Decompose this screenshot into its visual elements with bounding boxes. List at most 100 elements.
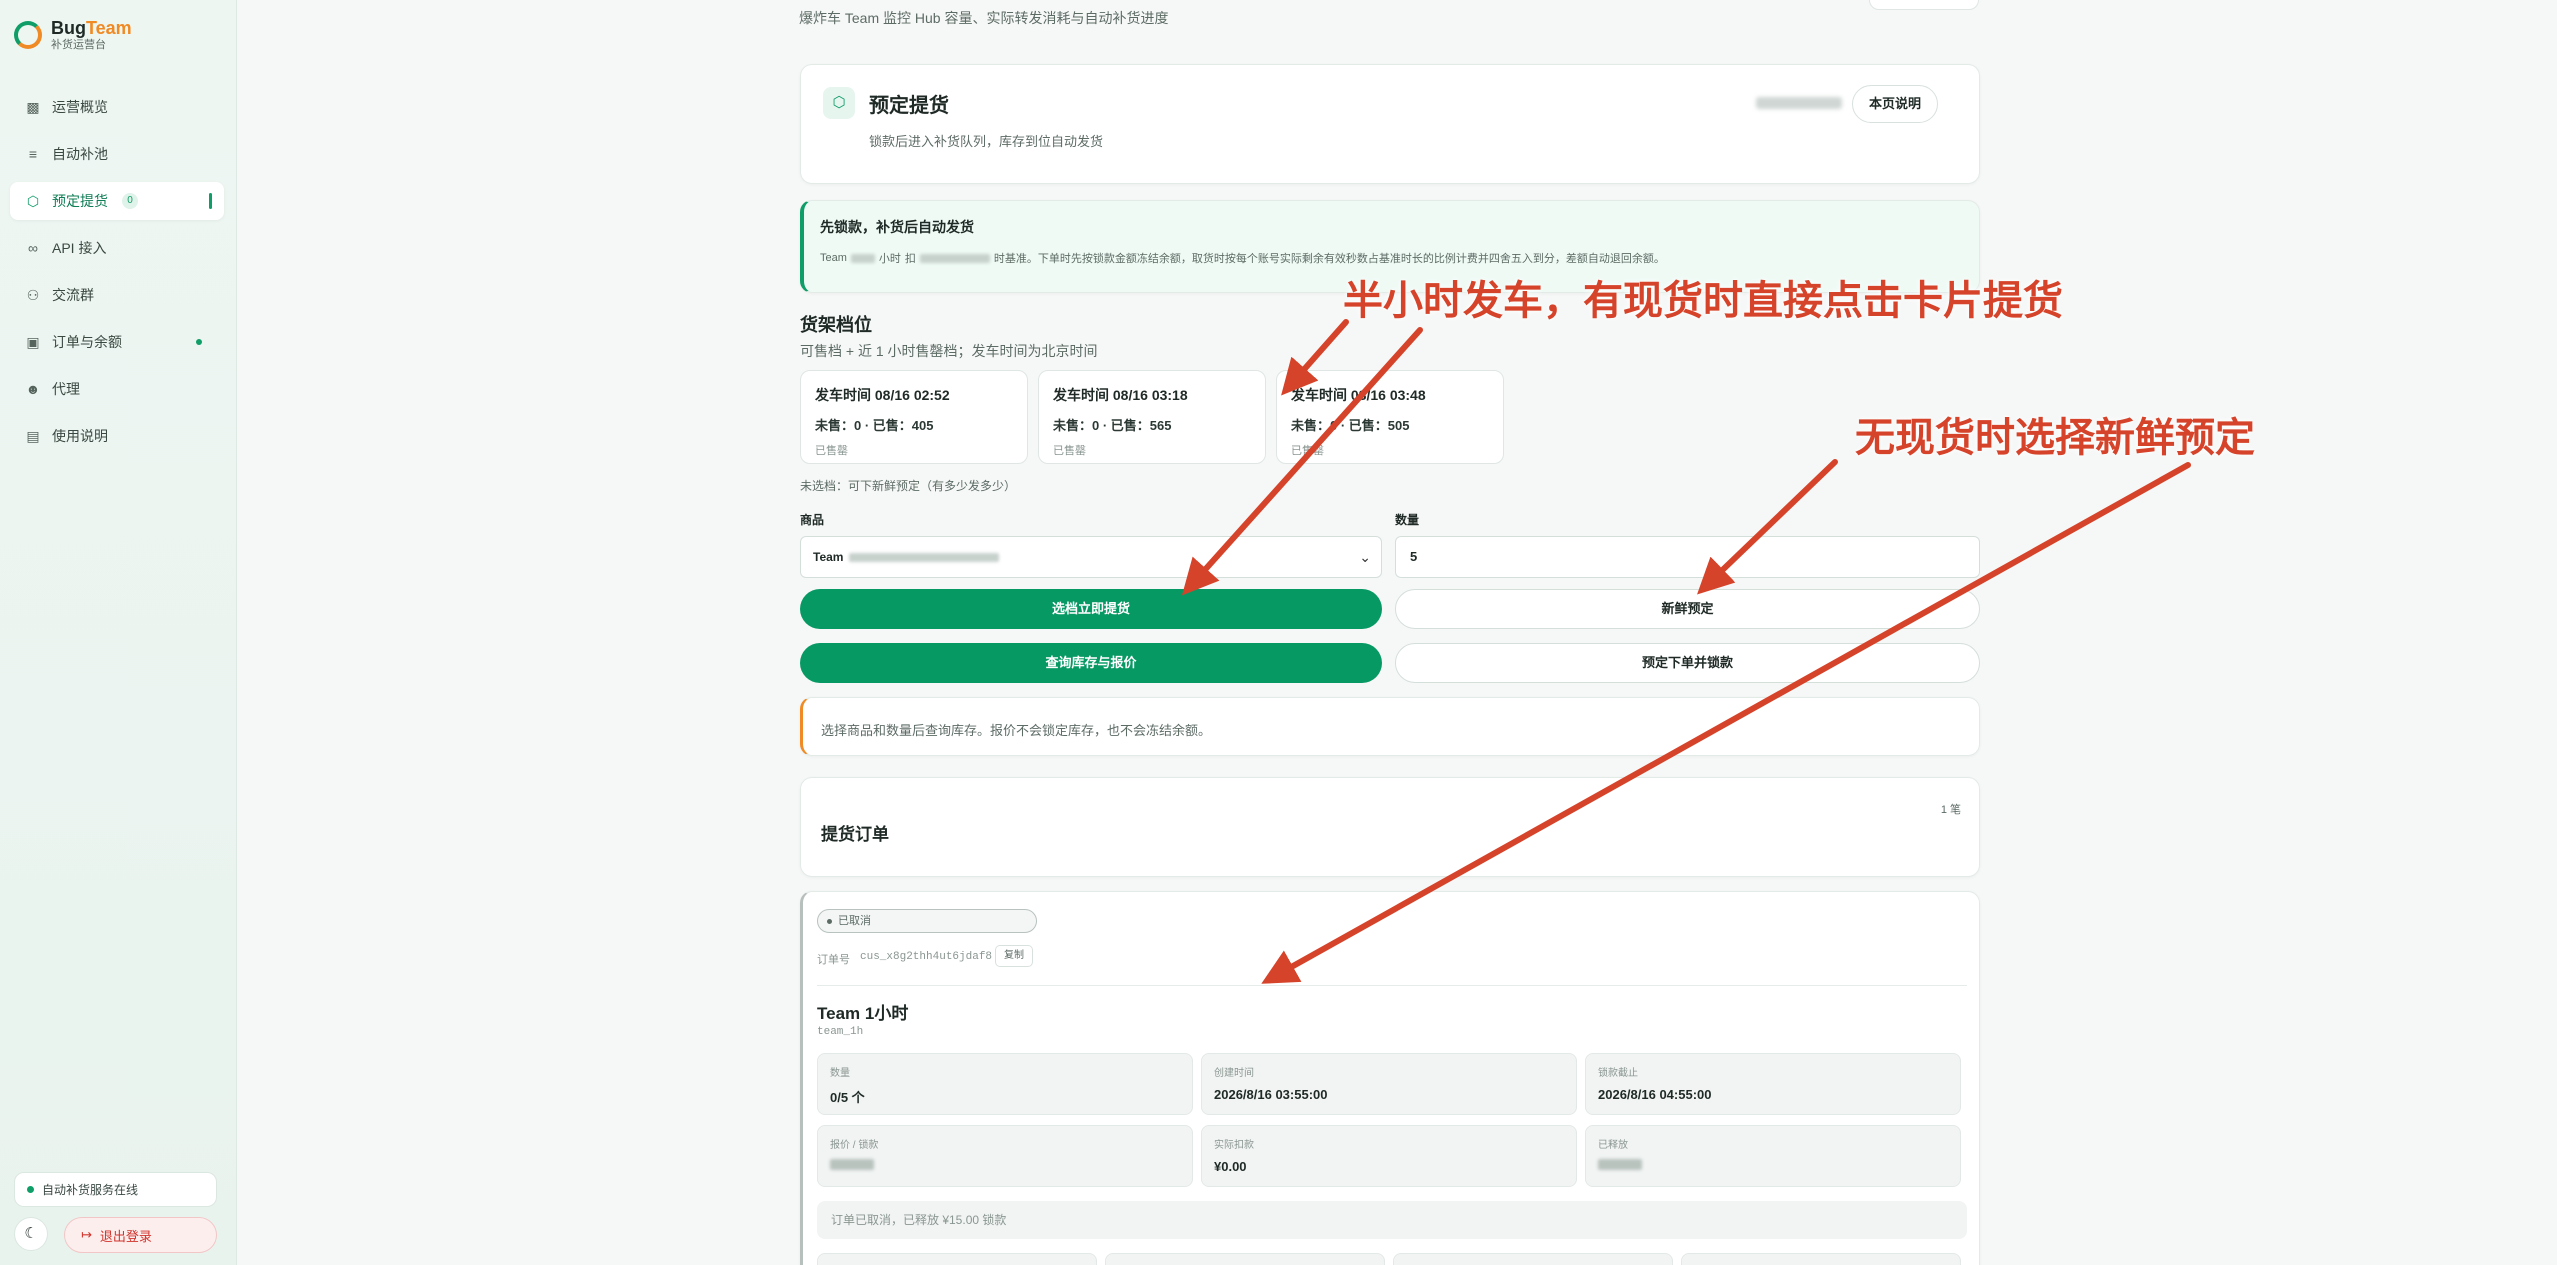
sidebar-item-auto-pool[interactable]: ≡ 自动补池 [10, 135, 224, 173]
sidebar-item-api[interactable]: ∞ API 接入 [10, 229, 224, 267]
sidebar-item-orders-balance[interactable]: ▣ 订单与余额 [10, 323, 224, 361]
pick-now-button[interactable]: 选档立即提货 [800, 589, 1382, 629]
sidebar-item-agent[interactable]: ☻ 代理 [10, 370, 224, 408]
order-field-actual-charge: 实际扣款 ¥0.00 [1201, 1125, 1577, 1187]
orders-header-card: 提货订单 1 笔 [800, 777, 1980, 877]
slot-stock: 未售：0 · 已售：405 [815, 418, 934, 433]
reserve-lock-button[interactable]: 预定下单并锁款 [1395, 643, 1980, 683]
slot-time: 发车时间 08/16 03:48 [1291, 387, 1426, 403]
order-product-code: team_1h [817, 1026, 864, 1038]
theme-toggle-button[interactable]: ☾ [14, 1217, 48, 1251]
document-icon: ▤ [26, 427, 40, 444]
shelf-slot-card[interactable]: 发车时间 08/16 03:48 未售：0 · 已售：505 已售罄 [1276, 370, 1504, 464]
order-extra-field [817, 1253, 1097, 1265]
shelf-slot-card[interactable]: 发车时间 08/16 03:18 未售：0 · 已售：565 已售罄 [1038, 370, 1266, 464]
redacted-text [830, 1159, 874, 1170]
quote-note-card: 选择商品和数量后查询库存。报价不会锁定库存，也不会冻结余额。 [800, 697, 1980, 756]
field-label: 报价 / 锁款 [830, 1140, 879, 1151]
active-indicator [209, 193, 212, 209]
fresh-reserve-button[interactable]: 新鲜预定 [1395, 589, 1980, 629]
field-label: 已释放 [1598, 1140, 1628, 1151]
order-field-created: 创建时间 2026/8/16 03:55:00 [1201, 1053, 1577, 1115]
service-status: 自动补货服务在线 [14, 1172, 217, 1207]
field-label: 数量 [830, 1068, 850, 1079]
redacted-text [1756, 97, 1842, 109]
status-label: 已取消 [838, 915, 871, 927]
redacted-text [919, 253, 990, 263]
order-field-released: 已释放 [1585, 1125, 1961, 1187]
status-badge: 已取消 [817, 909, 1037, 933]
quantity-label: 数量 [1395, 513, 1420, 527]
logout-button[interactable]: ↦ 退出登录 [64, 1217, 217, 1253]
sidebar-item-reserve-pickup[interactable]: ⬡ 预定提货 0 [10, 182, 224, 220]
sidebar-item-overview[interactable]: ▩ 运营概览 [10, 88, 224, 126]
field-label: 实际扣款 [1214, 1140, 1254, 1151]
sidebar-item-label: 使用说明 [52, 428, 108, 444]
notification-dot [196, 339, 202, 345]
slot-state: 已售罄 [1291, 445, 1324, 457]
copy-order-no-button[interactable]: 复制 [995, 945, 1033, 967]
bar-chart-icon: ▩ [26, 98, 40, 115]
shelf-title: 货架档位 [800, 315, 872, 335]
product-label: 商品 [800, 513, 825, 527]
field-value: 2026/8/16 03:55:00 [1214, 1087, 1328, 1102]
status-dot [827, 919, 832, 924]
page-help-button[interactable]: 本页说明 [1852, 85, 1938, 123]
logout-icon: ↦ [81, 1227, 92, 1242]
notice-text-segment: Team [820, 252, 847, 264]
sidebar: BugTeam 补货运营台 ▩ 运营概览 ≡ 自动补池 ⬡ 预定提货 0 ∞ A… [0, 0, 237, 1265]
product-select[interactable]: Team ⌄ [800, 536, 1382, 578]
orders-title: 提货订单 [821, 825, 889, 844]
shelf-subtitle: 可售档 + 近 1 小时售罄档；发车时间为北京时间 [800, 343, 1098, 359]
notice-text-segment: 扣 [904, 253, 916, 265]
slot-state: 已售罄 [1053, 445, 1086, 457]
brand[interactable]: BugTeam 补货运营台 [14, 18, 132, 52]
field-label: 锁款截止 [1598, 1068, 1638, 1079]
cube-icon: ⬡ [26, 192, 40, 209]
order-field-quantity: 数量 0/5 个 [817, 1053, 1193, 1115]
redacted-text [850, 253, 875, 263]
service-status-label: 自动补货服务在线 [42, 1183, 139, 1197]
page-header-card: ⬡ 预定提货 锁款后进入补货队列，库存到位自动发货 本页说明 [800, 64, 1980, 184]
slot-time: 发车时间 08/16 03:18 [1053, 387, 1188, 403]
link-icon: ∞ [28, 240, 38, 256]
wallet-icon: ▣ [26, 333, 40, 350]
cube-icon: ⬡ [823, 87, 855, 119]
order-cancel-note: 订单已取消，已释放 ¥15.00 锁款 [817, 1201, 1967, 1239]
quantity-input[interactable]: 5 [1395, 536, 1980, 578]
page-description: 爆炸车 Team 监控 Hub 容量、实际转发消耗与自动补货进度 [799, 10, 1169, 26]
top-right-control[interactable] [1869, 0, 1979, 10]
status-dot [27, 1186, 34, 1193]
quote-note: 选择商品和数量后查询库存。报价不会锁定库存，也不会冻结余额。 [821, 723, 1212, 738]
sidebar-item-community[interactable]: ⚇ 交流群 [10, 276, 224, 314]
sidebar-item-guide[interactable]: ▤ 使用说明 [10, 417, 224, 455]
sidebar-item-label: 自动补池 [52, 146, 108, 162]
field-value: 0/5 个 [830, 1090, 865, 1105]
chevron-down-icon: ⌄ [1359, 549, 1371, 565]
sidebar-item-label: 运营概览 [52, 99, 108, 115]
sidebar-item-label: 预定提货 [52, 193, 108, 209]
divider [817, 985, 1967, 986]
users-icon: ⚇ [26, 286, 40, 303]
unselected-note: 未选档：可下新鲜预定（有多少发多少） [800, 479, 1017, 493]
order-field-quote: 报价 / 锁款 [817, 1125, 1193, 1187]
brand-logo-icon [14, 21, 42, 49]
field-label: 创建时间 [1214, 1068, 1254, 1079]
sidebar-nav: ▩ 运营概览 ≡ 自动补池 ⬡ 预定提货 0 ∞ API 接入 ⚇ 交流群 ▣ … [10, 88, 224, 464]
page-title: 预定提货 [869, 95, 949, 117]
slot-stock: 未售：0 · 已售：505 [1291, 418, 1410, 433]
query-stock-button[interactable]: 查询库存与报价 [800, 643, 1382, 683]
sliders-icon: ≡ [28, 146, 38, 162]
shelf-slot-card[interactable]: 发车时间 08/16 02:52 未售：0 · 已售：405 已售罄 [800, 370, 1028, 464]
annotation-fresh-reserve: 无现货时选择新鲜预定 [1855, 416, 2255, 460]
sidebar-item-label: API 接入 [52, 240, 107, 256]
redacted-text [849, 552, 1000, 562]
brand-name: BugTeam [51, 18, 132, 38]
annotation-pickup: 半小时发车，有现货时直接点击卡片提货 [1343, 279, 2063, 323]
notice-title: 先锁款，补货后自动发货 [820, 219, 974, 235]
notice-text-segment: 时基准。下单时先按锁款金额冻结余额，取货时按每个账号实际剩余有效秒数占基准时长的… [993, 253, 1665, 265]
field-value: 2026/8/16 04:55:00 [1598, 1087, 1712, 1102]
main-content: 爆炸车 Team 监控 Hub 容量、实际转发消耗与自动补货进度 ⬡ 预定提货 … [237, 0, 2557, 1265]
sidebar-item-label: 订单与余额 [52, 334, 122, 350]
brand-subtitle: 补货运营台 [51, 39, 106, 51]
